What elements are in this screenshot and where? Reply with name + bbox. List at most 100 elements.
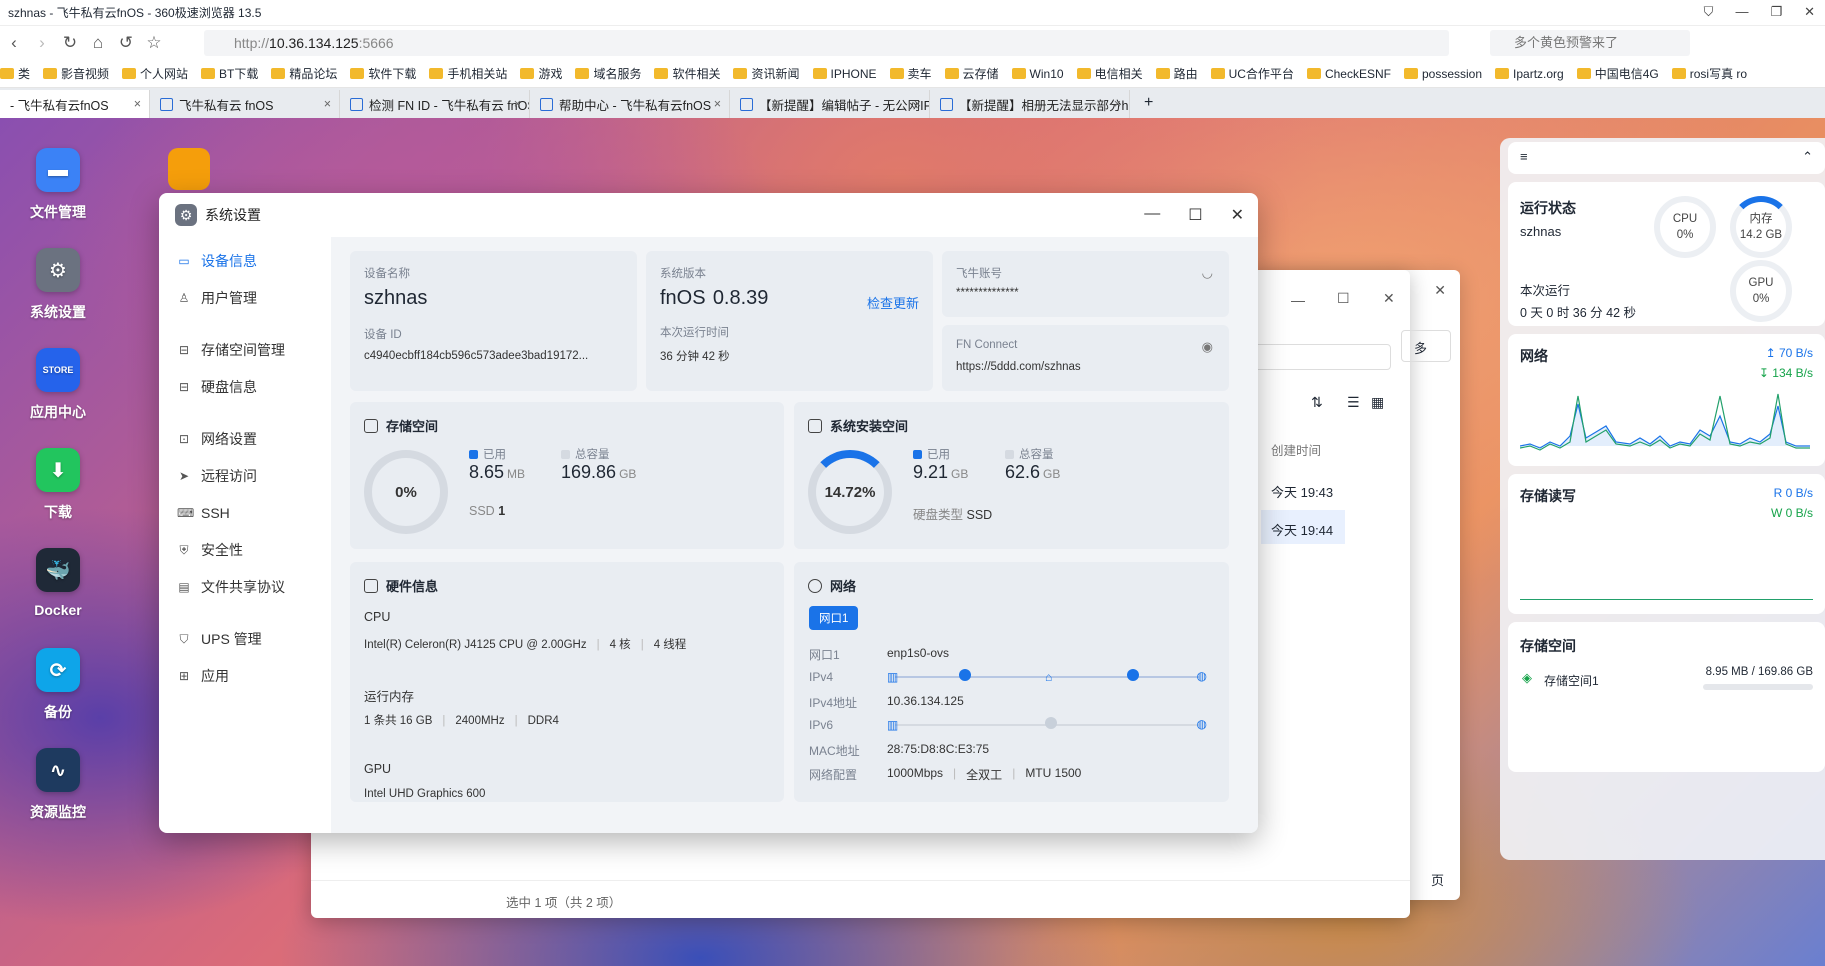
close-tab-icon[interactable]: × bbox=[514, 97, 521, 111]
table-row[interactable]: 今天 19:43 bbox=[1271, 482, 1333, 501]
bookmark-item[interactable]: 域名服务 bbox=[575, 65, 641, 82]
bookmark-item[interactable]: 软件相关 bbox=[654, 65, 720, 82]
storage-title: 存储空间 bbox=[386, 419, 439, 434]
bookmark-item[interactable]: 游戏 bbox=[520, 65, 562, 82]
list-view-icon[interactable]: ☰ bbox=[1347, 394, 1360, 411]
shirt-icon[interactable]: ⛉ bbox=[1704, 4, 1714, 20]
column-header-created[interactable]: 创建时间 bbox=[1271, 440, 1321, 459]
bookmark-item[interactable]: 中国电信4G bbox=[1576, 65, 1659, 82]
hardware-title: 硬件信息 bbox=[386, 579, 439, 594]
fnconnect-card: FN Connect https://5ddd.com/szhnas ◉ bbox=[942, 325, 1229, 391]
new-tab-icon[interactable]: + bbox=[1130, 94, 1153, 118]
restore-icon[interactable]: ❐ bbox=[1770, 4, 1782, 20]
desktop-icon-monitor[interactable]: ∿ 资源监控 bbox=[28, 748, 88, 822]
sidebar-item-apps[interactable]: ⊞ 应用 bbox=[167, 658, 331, 694]
sidebar-item-remote[interactable]: ➤ 远程访问 bbox=[167, 458, 331, 494]
close-tab-icon[interactable]: × bbox=[714, 97, 721, 111]
bookmark-item[interactable]: possession bbox=[1403, 67, 1482, 81]
close-tab-icon[interactable]: × bbox=[324, 97, 331, 111]
grid-view-icon[interactable]: ▦ bbox=[1371, 394, 1384, 411]
bookmark-item[interactable]: IPHONE bbox=[812, 67, 877, 81]
back-icon[interactable]: ‹ bbox=[0, 33, 28, 53]
bookmark-item[interactable]: 类 bbox=[0, 65, 30, 82]
bookmark-item[interactable]: 精品论坛 bbox=[271, 65, 337, 82]
forward-icon[interactable]: › bbox=[28, 33, 56, 53]
bookmark-item[interactable]: 云存储 bbox=[944, 65, 999, 82]
fnconnect-url[interactable]: https://5ddd.com/szhnas bbox=[956, 361, 1215, 373]
star-icon[interactable]: ☆ bbox=[140, 33, 168, 53]
filter-icon[interactable]: ≡ bbox=[1520, 149, 1528, 164]
close-icon[interactable]: ✕ bbox=[1231, 205, 1244, 225]
sort-icon[interactable]: ⇅ bbox=[1311, 394, 1323, 411]
browser-tab[interactable]: - 飞牛私有云fnOS × bbox=[0, 90, 150, 118]
bookmark-item[interactable]: 手机相关站 bbox=[429, 65, 507, 82]
more-button[interactable]: 多 bbox=[1401, 330, 1451, 362]
collapse-icon[interactable]: ⌃ bbox=[1802, 149, 1813, 165]
maximize-icon[interactable]: ☐ bbox=[1337, 290, 1350, 307]
desktop-icon-docker[interactable]: 🐳 Docker bbox=[28, 548, 88, 618]
maximize-icon[interactable]: ☐ bbox=[1188, 205, 1202, 225]
desktop-icon-appcenter[interactable]: STORE 应用中心 bbox=[28, 348, 88, 422]
bookmark-item[interactable]: 路由 bbox=[1155, 65, 1198, 82]
browser-tab[interactable]: 帮助中心 - 飞牛私有云fnOS × bbox=[530, 90, 730, 118]
version-card: 系统版本 fnOS 0.8.39 检查更新 本次运行时间 36 分钟 42 秒 bbox=[646, 251, 933, 391]
sidebar-item-device-info[interactable]: ▭ 设备信息 bbox=[167, 243, 331, 279]
close-icon[interactable]: ✕ bbox=[1804, 4, 1815, 20]
tab-port-1[interactable]: 网口1 bbox=[809, 606, 859, 630]
browser-tab[interactable]: 【新提醒】编辑帖子 - 无公网IP... × bbox=[730, 90, 930, 118]
sidebar-item-security[interactable]: ⛨ 安全性 bbox=[167, 532, 331, 568]
search-input[interactable]: 多个黄色预警来了 bbox=[1490, 30, 1690, 56]
undo-icon[interactable]: ↺ bbox=[112, 33, 140, 53]
table-row-selected[interactable]: 今天 19:44 bbox=[1261, 510, 1345, 544]
io-widget: 存储读写 R 0 B/s W 0 B/s bbox=[1508, 474, 1825, 614]
bookmark-item[interactable]: UC合作平台 bbox=[1210, 65, 1294, 82]
system-disk-card: 系统安装空间 14.72% 已用 9.21 GB 总容量 62.6 GB 硬盘类型 SS… bbox=[794, 402, 1229, 549]
bookmark-item[interactable]: BT下载 bbox=[201, 65, 258, 82]
bookmark-item[interactable]: 电信相关 bbox=[1076, 65, 1143, 82]
url-input[interactable]: http://10.36.134.125:5666 bbox=[204, 30, 1449, 56]
minimize-icon[interactable]: — bbox=[1144, 205, 1160, 225]
bookmark-item[interactable]: 软件下载 bbox=[350, 65, 416, 82]
sidebar-item-disk[interactable]: ⊟ 硬盘信息 bbox=[167, 369, 331, 405]
bookmark-item[interactable]: rosi写真 ro bbox=[1671, 65, 1747, 82]
search-input[interactable] bbox=[1251, 344, 1391, 370]
close-tab-icon[interactable]: × bbox=[914, 97, 921, 111]
browser-tab[interactable]: 检测 FN ID - 飞牛私有云 fnOS × bbox=[340, 90, 530, 118]
bookmark-item[interactable]: 资讯新闻 bbox=[733, 65, 800, 82]
bookmark-item[interactable]: 个人网站 bbox=[122, 65, 188, 82]
bookmark-item[interactable]: 卖车 bbox=[889, 65, 932, 82]
sidebar-item-storage[interactable]: ⊟ 存储空间管理 bbox=[167, 332, 331, 368]
close-icon[interactable]: ✕ bbox=[1383, 290, 1395, 307]
bookmark-item[interactable]: 影音视频 bbox=[43, 65, 109, 82]
bookmark-item[interactable]: CheckESNF bbox=[1306, 67, 1391, 81]
bookmark-item[interactable]: Win10 bbox=[1011, 67, 1064, 81]
notes-icon[interactable] bbox=[168, 148, 210, 190]
total-label: 总容量 bbox=[1019, 449, 1054, 461]
sidebar-item-users[interactable]: ♙ 用户管理 bbox=[167, 280, 331, 316]
eye-closed-icon[interactable]: ◡ bbox=[1202, 265, 1213, 281]
desktop-icon-settings[interactable]: ⚙ 系统设置 bbox=[28, 248, 88, 322]
bookmark-label: 影音视频 bbox=[61, 67, 110, 81]
browser-tab[interactable]: 飞牛私有云 fnOS × bbox=[150, 90, 340, 118]
minimize-icon[interactable]: — bbox=[1735, 4, 1748, 20]
bookmark-item[interactable]: Ipartz.org bbox=[1495, 67, 1564, 81]
close-tab-icon[interactable]: × bbox=[134, 97, 141, 111]
disk-type-label: 硬盘类型 bbox=[913, 508, 964, 522]
desktop-icon-download[interactable]: ⬇ 下载 bbox=[28, 448, 88, 522]
sidebar-item-ssh[interactable]: ⌨ SSH bbox=[167, 495, 331, 531]
sidebar-item-network[interactable]: ⊡ 网络设置 bbox=[167, 421, 331, 457]
desktop-icon-files[interactable]: ▬ 文件管理 bbox=[28, 148, 88, 222]
minimize-icon[interactable]: — bbox=[1291, 292, 1305, 308]
browser-tab[interactable]: 【新提醒】相册无法显示部分he... × bbox=[930, 90, 1130, 118]
sidebar-item-file-sharing[interactable]: ▤ 文件共享协议 bbox=[167, 569, 331, 605]
close-icon[interactable]: ✕ bbox=[1434, 282, 1446, 299]
sidebar-item-ups[interactable]: ⛉ UPS 管理 bbox=[167, 621, 331, 657]
folder-icon bbox=[1576, 68, 1591, 79]
home-icon[interactable]: ⌂ bbox=[84, 33, 112, 53]
eye-icon[interactable]: ◉ bbox=[1202, 339, 1213, 355]
close-tab-icon[interactable]: × bbox=[1114, 97, 1121, 111]
refresh-icon[interactable]: ↻ bbox=[56, 33, 84, 53]
desktop-icon-backup[interactable]: ⟳ 备份 bbox=[28, 648, 88, 722]
check-update-link[interactable]: 检查更新 bbox=[867, 293, 919, 312]
io-widget-title: 存储读写 bbox=[1520, 488, 1576, 504]
